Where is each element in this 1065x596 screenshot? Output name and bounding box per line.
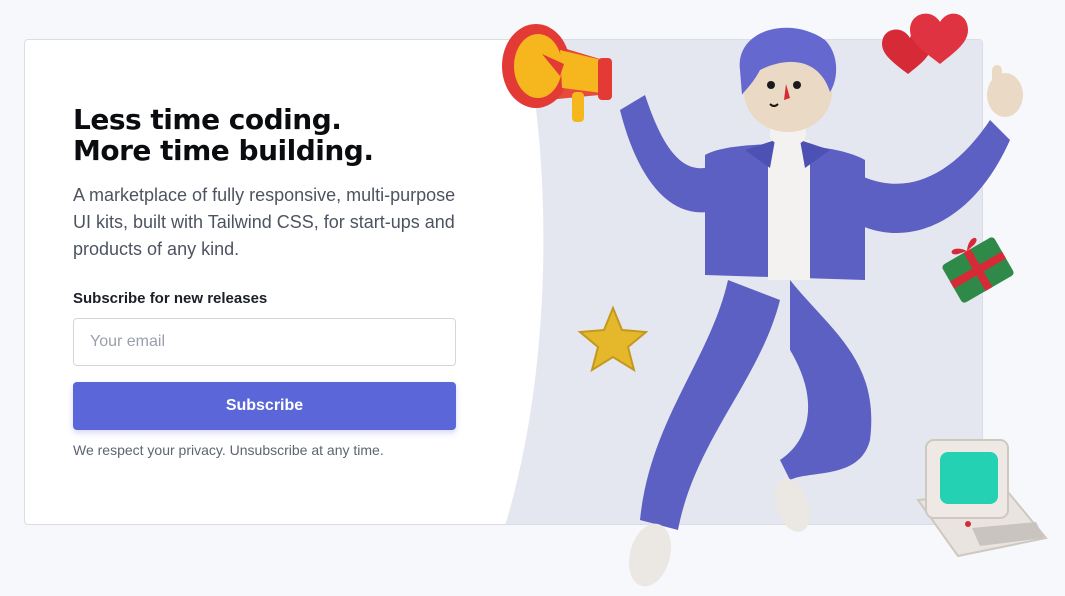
subscribe-label: Subscribe for new releases bbox=[73, 290, 268, 307]
computer-icon bbox=[916, 439, 1048, 558]
headline-line-1: Less time coding. bbox=[73, 103, 342, 136]
hero-description: A marketplace of fully responsive, multi… bbox=[73, 185, 456, 259]
privacy-note: We respect your privacy. Unsubscribe at … bbox=[73, 442, 384, 458]
headline-line-2: More time building. bbox=[73, 134, 374, 167]
email-field[interactable] bbox=[73, 318, 456, 366]
page-title: Less time coding. More time building. bbox=[73, 103, 374, 167]
subscribe-button[interactable]: Subscribe bbox=[73, 382, 456, 430]
